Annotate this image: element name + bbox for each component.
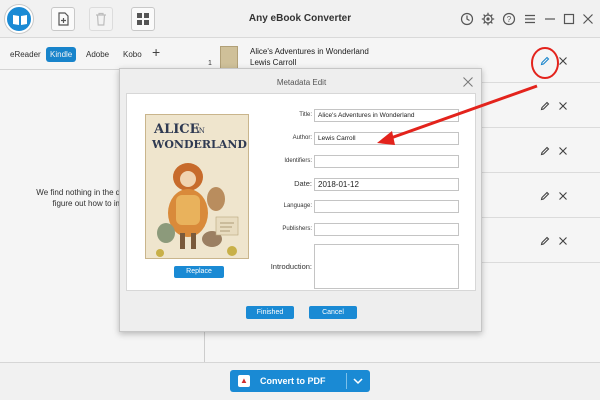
highlight-circle — [531, 47, 559, 79]
annotation-overlay — [377, 47, 559, 145]
annotation-arrow — [387, 84, 538, 141]
arrowhead — [377, 131, 395, 145]
